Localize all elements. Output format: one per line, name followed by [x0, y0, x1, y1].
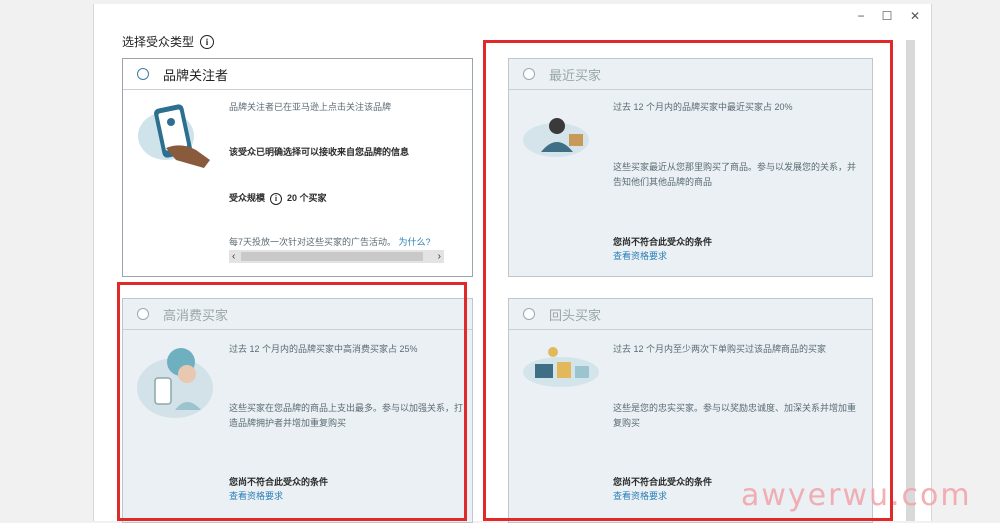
- audience-size-row: 受众规模 i 20 个买家: [229, 191, 327, 206]
- buyer-illustration-icon: [523, 118, 589, 157]
- card-title: 品牌关注者: [163, 67, 229, 83]
- repeat-buyers-requirements-link[interactable]: 查看资格要求: [613, 489, 667, 504]
- size-info-icon[interactable]: i: [270, 192, 283, 205]
- info-icon[interactable]: i: [200, 34, 215, 49]
- recent-buyers-desc: 过去 12 个月内的品牌买家中最近买家占 20%: [613, 102, 793, 112]
- card-header: 品牌关注者: [123, 59, 472, 90]
- card-title: 高消费买家: [163, 307, 229, 323]
- repeat-buyers-desc: 过去 12 个月内至少两次下单购买过该品牌商品的买家: [613, 344, 827, 354]
- brand-followers-desc: 品牌关注者已在亚马逊上点击关注该品牌: [229, 102, 392, 112]
- recent-buyers-ineligible: 您尚不符合此受众的条件: [613, 237, 713, 247]
- heading-label: 选择受众类型: [122, 35, 195, 49]
- watermark-text: awyerwu.com: [741, 478, 972, 513]
- footer-text: 每7天投放一次针对这些买家的广告活动。: [229, 237, 397, 247]
- radio-high-spend[interactable]: [137, 308, 149, 320]
- brand-followers-footer: 每7天投放一次针对这些买家的广告活动。 为什么?: [229, 235, 431, 250]
- card-header: 高消费买家: [123, 299, 472, 330]
- card-header: 最近买家: [509, 59, 872, 90]
- card-title: 回头买家: [549, 307, 602, 323]
- radio-repeat-buyers[interactable]: [523, 308, 535, 320]
- minimize-button[interactable]: −: [849, 6, 873, 26]
- scroll-left-icon[interactable]: ‹: [229, 251, 235, 262]
- recent-buyers-requirements-link[interactable]: 查看资格要求: [613, 249, 667, 264]
- brand-followers-opt-in: 该受众已明确选择可以接收来自您品牌的信息: [229, 147, 410, 157]
- card-header: 回头买家: [509, 299, 872, 330]
- close-button[interactable]: ✕: [903, 6, 927, 26]
- shopper-illustration-icon: [137, 348, 213, 418]
- why-link[interactable]: 为什么?: [399, 237, 431, 247]
- repeat-buyers-body: 这些是您的忠实买家。参与以奖励忠诚度、加深关系并增加重复购买: [613, 403, 857, 428]
- vertical-scrollbar[interactable]: [906, 40, 915, 521]
- audience-size-value: 20 个买家: [287, 193, 327, 203]
- radio-brand-followers[interactable]: [137, 68, 149, 80]
- card-title: 最近买家: [549, 67, 602, 83]
- high-spend-ineligible: 您尚不符合此受众的条件: [229, 477, 329, 487]
- maximize-button[interactable]: ☐: [875, 6, 899, 26]
- radio-recent-buyers[interactable]: [523, 68, 535, 80]
- recent-buyers-body: 这些买家最近从您那里购买了商品。参与以发展您的关系，并告知他们其他品牌的商品: [613, 162, 857, 187]
- high-spend-desc: 过去 12 个月内的品牌买家中高消费买家占 25%: [229, 344, 418, 354]
- scroll-thumb[interactable]: [241, 252, 423, 261]
- scroll-right-icon[interactable]: ›: [438, 251, 444, 262]
- repeat-buyer-illustration-icon: [523, 347, 599, 387]
- repeat-buyers-ineligible: 您尚不符合此受众的条件: [613, 477, 713, 487]
- audience-type-heading: 选择受众类型 i: [122, 33, 215, 50]
- phone-hand-illustration-icon: [138, 104, 210, 168]
- horizontal-scrollbar[interactable]: ‹ ›: [229, 250, 444, 263]
- high-spend-requirements-link[interactable]: 查看资格要求: [229, 489, 283, 504]
- audience-size-label: 受众规模: [229, 193, 266, 203]
- high-spend-body: 这些买家在您品牌的商品上支出最多。参与以加强关系，打造品牌拥护者并增加重复购买: [229, 403, 464, 428]
